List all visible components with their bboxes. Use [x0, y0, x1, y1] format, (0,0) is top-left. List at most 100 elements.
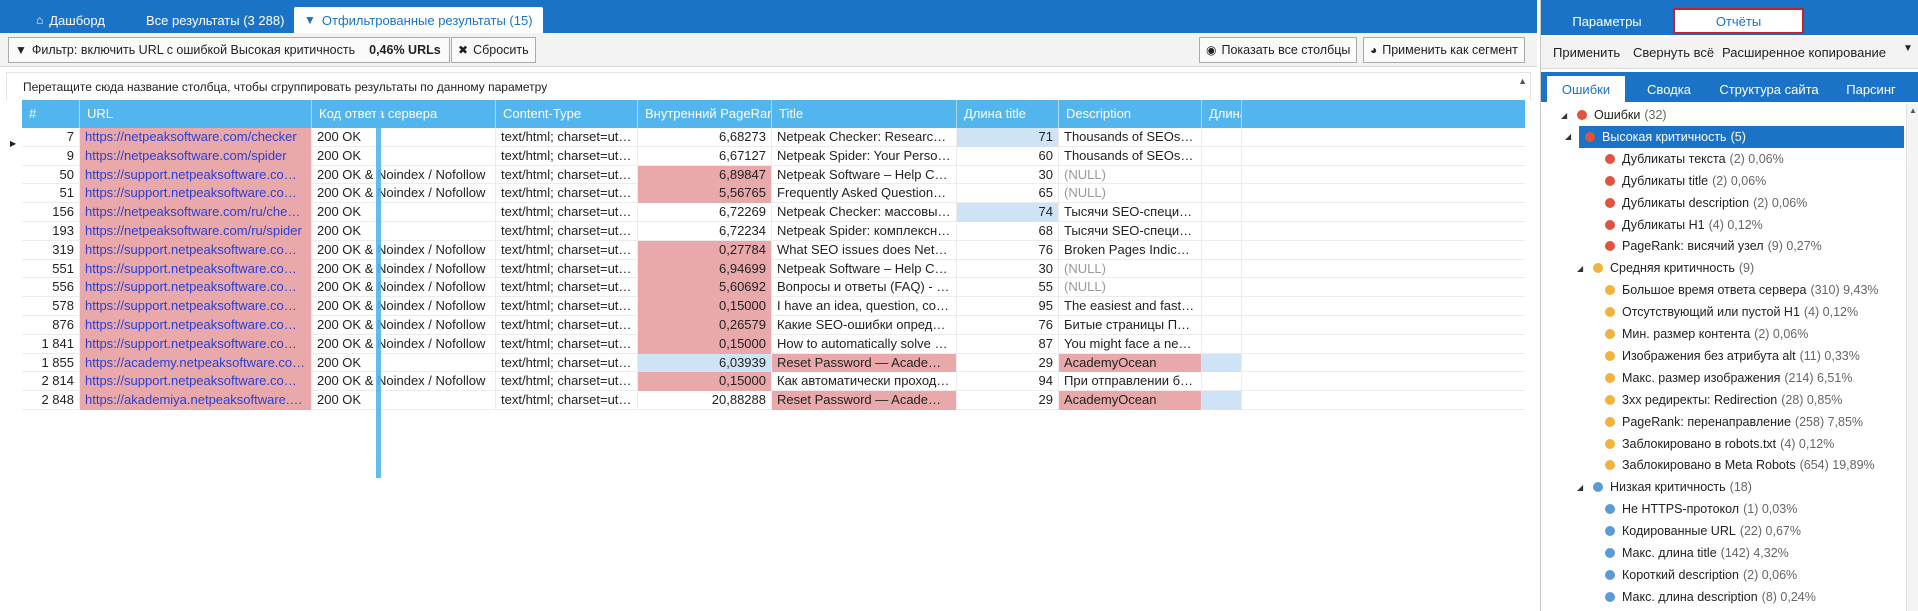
- tree-leaf[interactable]: Короткий description (2) 0,06%: [1593, 564, 1797, 586]
- table-cell: text/html; charset=utf-8: [496, 128, 638, 147]
- url-link[interactable]: https://support.netpeaksoftware.com/ru/a…: [80, 372, 312, 392]
- url-link[interactable]: https://netpeaksoftware.com/ru/checker: [80, 203, 312, 222]
- expand-triangle-icon[interactable]: ◢: [1565, 132, 1575, 141]
- url-link[interactable]: https://netpeaksoftware.com/checker: [80, 128, 312, 147]
- tree-label: Дубликаты текста: [1622, 151, 1726, 166]
- filter-indicator[interactable]: ▼ Фильтр: включить URL с ошибкой Высокая…: [8, 37, 450, 63]
- tree-leaf[interactable]: PageRank: перенаправление (258) 7,85%: [1593, 411, 1863, 433]
- tab-parameters[interactable]: Параметры: [1551, 8, 1663, 34]
- table-row[interactable]: 1 855 https://academy.netpeaksoftware.com…: [22, 353, 1525, 373]
- subtab-errors[interactable]: Ошибки: [1547, 76, 1625, 102]
- tree-leaf[interactable]: Отсутствующий или пустой H1 (4) 0,12%: [1593, 301, 1858, 323]
- table-row[interactable]: 7 https://netpeaksoftware.com/checker 200 …: [22, 128, 1525, 147]
- tree-leaf[interactable]: Большое время ответа сервера (310) 9,43%: [1593, 279, 1879, 301]
- table-cell: 65: [957, 184, 1059, 204]
- table-row[interactable]: 556 https://support.netpeaksoftware.com/r…: [22, 278, 1525, 298]
- show-all-columns-button[interactable]: ◉ Показать все столбцы: [1199, 37, 1358, 63]
- tree-label: Отсутствующий или пустой H1: [1622, 305, 1800, 320]
- url-link[interactable]: https://support.netpeaksoftware.com/ru: [80, 259, 312, 279]
- table-row[interactable]: 2 848 https://akademiya.netpeaksoftware.c…: [22, 391, 1525, 410]
- group-by-dropzone[interactable]: Перетащите сюда название столбца, чтобы …: [6, 72, 1531, 100]
- subtab-summary[interactable]: Сводка: [1631, 76, 1707, 102]
- tree-leaf[interactable]: PageRank: висячий узел (9) 0,27%: [1593, 235, 1822, 257]
- tree-count: (2) 0,06%: [1754, 327, 1809, 341]
- tree-leaf[interactable]: Дубликаты title (2) 0,06%: [1593, 170, 1766, 192]
- tree-group[interactable]: ◢ Ошибки (32): [1561, 104, 1667, 126]
- column-header[interactable]: Длина title: [957, 100, 1059, 128]
- table-row[interactable]: 50 https://support.netpeaksoftware.com/en…: [22, 165, 1525, 185]
- column-header[interactable]: Внутренний PageRank: [638, 100, 772, 128]
- tree-leaf[interactable]: Заблокировано в robots.txt (4) 0,12%: [1593, 433, 1834, 455]
- tree-leaf[interactable]: Мин. размер контента (2) 0,06%: [1593, 323, 1808, 345]
- table-row[interactable]: 319 https://support.netpeaksoftware.com/e…: [22, 240, 1525, 260]
- tree-leaf[interactable]: 3хх редиректы: Redirection (28) 0,85%: [1593, 389, 1842, 411]
- tree-count: (4) 0,12%: [1708, 217, 1763, 232]
- table-row[interactable]: 51 https://support.netpeaksoftware.com/en…: [22, 184, 1525, 204]
- column-header[interactable]: Код ответа сервера: [312, 100, 496, 128]
- subtab-site-structure[interactable]: Структура сайта: [1709, 76, 1829, 102]
- tree-leaf[interactable]: Заблокировано в Meta Robots (654) 19,89%: [1593, 454, 1875, 476]
- tab-reports[interactable]: Отчёты: [1673, 8, 1804, 34]
- table-row[interactable]: 2 814 https://support.netpeaksoftware.com…: [22, 372, 1525, 392]
- url-link[interactable]: https://support.netpeaksoftware.com/en-u…: [80, 184, 312, 204]
- tree-scrollbar[interactable]: ▲: [1906, 104, 1918, 611]
- url-link[interactable]: https://akademiya.netpeaksoftware.com/pa…: [80, 391, 312, 410]
- table-row[interactable]: 193 https://netpeaksoftware.com/ru/spider…: [22, 222, 1525, 241]
- tree-group[interactable]: ◢ Средняя критичность (9): [1577, 257, 1754, 279]
- table-row[interactable]: 876 https://support.netpeaksoftware.com/r…: [22, 316, 1525, 335]
- tree-label: Высокая критичность: [1602, 129, 1727, 144]
- column-header[interactable]: #: [22, 100, 80, 128]
- tree-leaf[interactable]: Дубликаты H1 (4) 0,12%: [1593, 214, 1763, 236]
- reset-filter-button[interactable]: ✖ Сбросить: [451, 37, 536, 63]
- tree-group[interactable]: ◢ Низкая критичность (18): [1577, 476, 1752, 498]
- table-row[interactable]: 551 https://support.netpeaksoftware.com/r…: [22, 259, 1525, 279]
- table-cell: text/html; charset=utf-8: [496, 165, 638, 185]
- collapse-all-button[interactable]: Свернуть всё: [1633, 45, 1714, 60]
- apply-button[interactable]: Применить: [1553, 45, 1620, 60]
- tree-leaf[interactable]: Макс. длина description (8) 0,24%: [1593, 586, 1816, 608]
- tab-dashboard[interactable]: ⌂ Дашборд: [26, 7, 115, 33]
- url-link[interactable]: https://support.netpeaksoftware.com/en-u…: [80, 240, 312, 260]
- table-row[interactable]: 1 841 https://support.netpeaksoftware.com…: [22, 334, 1525, 354]
- table-cell: 68: [957, 222, 1059, 241]
- url-link[interactable]: https://support.netpeaksoftware.com/en-u…: [80, 297, 312, 316]
- overflow-chevron-icon[interactable]: ▼: [1903, 43, 1913, 54]
- tree-leaf[interactable]: Дубликаты текста (2) 0,06%: [1593, 148, 1784, 170]
- table-row[interactable]: 156 https://netpeaksoftware.com/ru/checke…: [22, 203, 1525, 222]
- url-link[interactable]: https://support.netpeaksoftware.com/en-u…: [80, 165, 312, 185]
- url-link[interactable]: https://netpeaksoftware.com/ru/spider: [80, 222, 312, 241]
- column-header[interactable]: Длина: [1202, 100, 1242, 128]
- url-link[interactable]: https://netpeaksoftware.com/spider: [80, 146, 312, 166]
- expand-triangle-icon[interactable]: ◢: [1577, 264, 1587, 273]
- url-link[interactable]: https://academy.netpeaksoftware.com/pass…: [80, 353, 312, 373]
- expand-triangle-icon[interactable]: ◢: [1561, 111, 1571, 120]
- table-cell: 1 855: [22, 353, 80, 373]
- scroll-up-icon[interactable]: ▲: [1909, 106, 1917, 115]
- column-header[interactable]: URL: [80, 100, 312, 128]
- subtab-parsing[interactable]: Парсинг: [1831, 76, 1911, 102]
- tab-all-results[interactable]: Все результаты (3 288): [136, 7, 294, 33]
- column-resize-handle[interactable]: [376, 100, 381, 478]
- tree-group[interactable]: ◢ Высокая критичность (5): [1565, 125, 1904, 148]
- column-header[interactable]: Content-Type: [496, 100, 638, 128]
- url-link[interactable]: https://support.netpeaksoftware.com/en-u…: [80, 334, 312, 354]
- tree-leaf[interactable]: Кодированные URL (22) 0,67%: [1593, 520, 1801, 542]
- table-row[interactable]: 578 https://support.netpeaksoftware.com/e…: [22, 297, 1525, 316]
- column-header[interactable]: Title: [772, 100, 957, 128]
- column-header[interactable]: Description: [1059, 100, 1202, 128]
- url-link[interactable]: https://support.netpeaksoftware.com/ru/a…: [80, 316, 312, 335]
- expand-triangle-icon[interactable]: ◢: [1577, 483, 1587, 492]
- tab-filtered-results[interactable]: ▼ Отфильтрованные результаты (15): [294, 7, 543, 33]
- advanced-copy-button[interactable]: Расширенное копирование: [1722, 45, 1886, 60]
- tree-leaf[interactable]: Макс. размер изображения (214) 6,51%: [1593, 367, 1852, 389]
- table-row[interactable]: 9 https://netpeaksoftware.com/spider 200 O…: [22, 146, 1525, 166]
- tree-leaf[interactable]: Дубликаты description (2) 0,06%: [1593, 192, 1807, 214]
- tree-leaf[interactable]: Изображения без атрибута alt (11) 0,33%: [1593, 345, 1860, 367]
- medium-severity-dot-icon: [1605, 394, 1615, 405]
- url-link[interactable]: https://support.netpeaksoftware.com/ru/c…: [80, 278, 312, 298]
- low-severity-dot-icon: [1605, 548, 1615, 558]
- scroll-up-icon[interactable]: ▲: [1518, 76, 1527, 86]
- apply-as-segment-button[interactable]: ◕ Применить как сегмент: [1363, 37, 1525, 63]
- tree-leaf[interactable]: Макс. длина title (142) 4,32%: [1593, 542, 1789, 564]
- tree-leaf[interactable]: Не HTTPS-протокол (1) 0,03%: [1593, 498, 1797, 520]
